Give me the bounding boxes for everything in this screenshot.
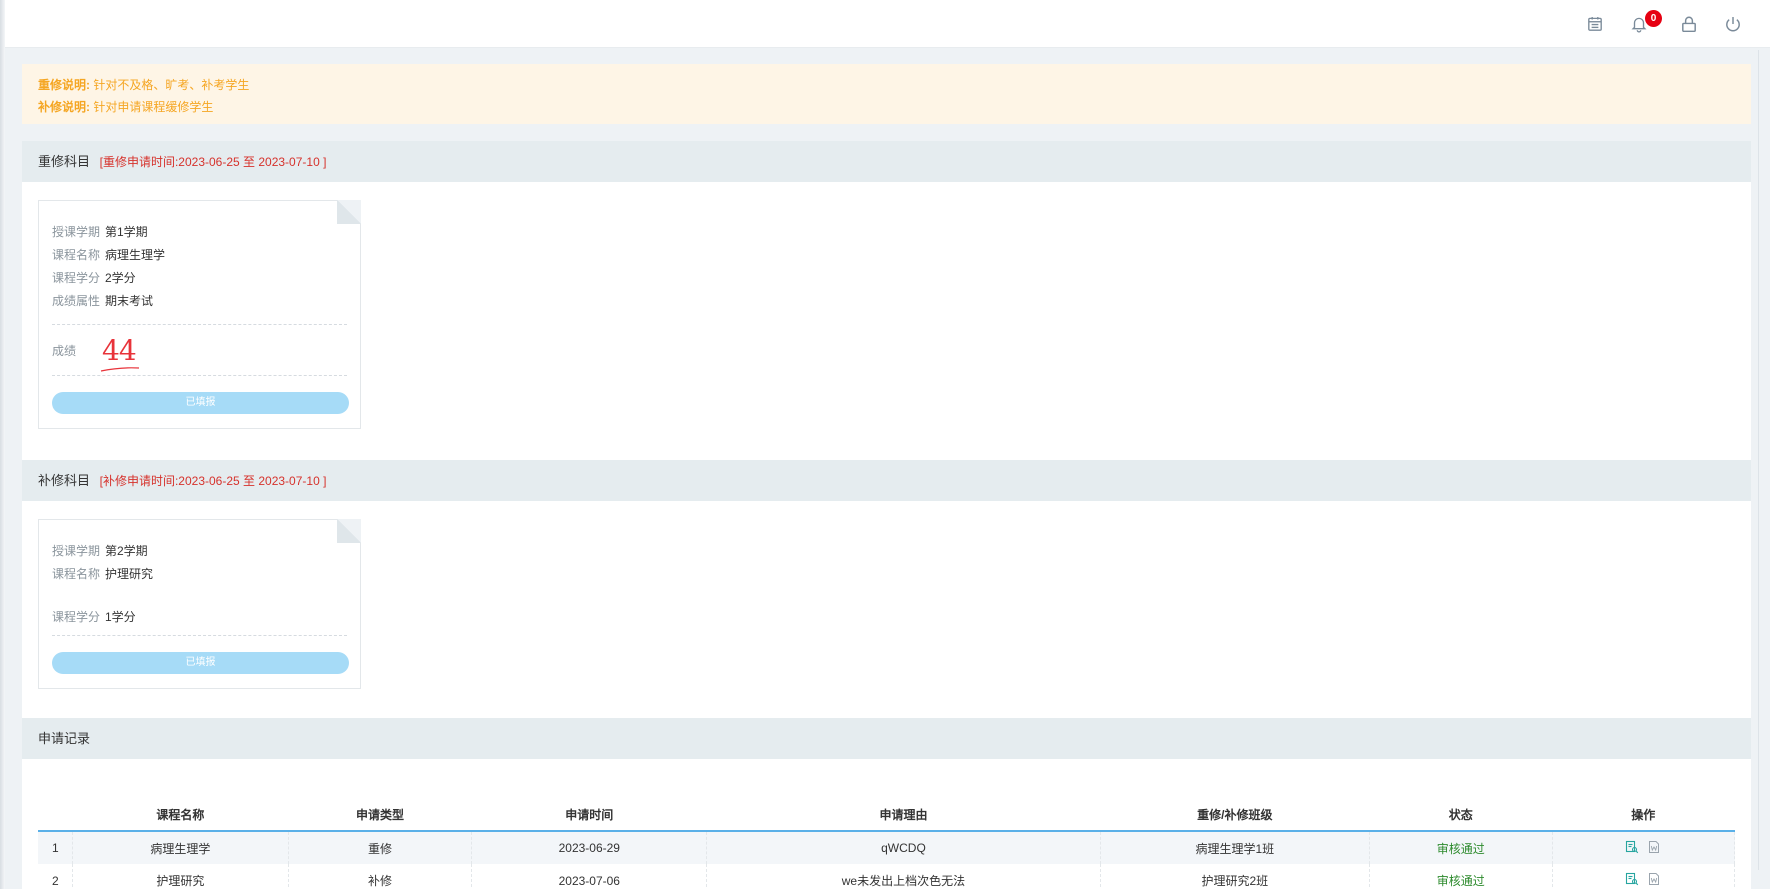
retake-notice-text: 针对不及格、旷考、补考学生 xyxy=(93,78,250,92)
records-section-title: 申请记录 xyxy=(38,731,91,746)
main-content: 重修说明: 针对不及格、旷考、补考学生 补修说明: 针对申请课程缓修学生 重修科… xyxy=(22,64,1751,889)
row-course: 病理生理学 xyxy=(72,831,289,864)
makeup-notice: 补修说明: 针对申请课程缓修学生 xyxy=(38,96,1735,118)
divider xyxy=(52,635,347,636)
registered-button[interactable]: 已填报 xyxy=(52,392,349,414)
row-type: 重修 xyxy=(288,831,473,864)
course-value: 病理生理学 xyxy=(105,248,166,262)
makeup-section-title: 补修科目 xyxy=(38,473,91,488)
records-table: 课程名称 申请类型 申请时间 申请理由 重修/补修班级 状态 操作 1 病理生理… xyxy=(38,799,1736,889)
col-reason-header: 申请理由 xyxy=(706,799,1101,832)
course-label: 课程名称 xyxy=(52,567,101,581)
sidebar-edge xyxy=(0,0,5,889)
retake-section-title: 重修科目 xyxy=(38,154,91,169)
notice-banner: 重修说明: 针对不及格、旷考、补考学生 补修说明: 针对申请课程缓修学生 xyxy=(22,64,1751,124)
score-value: 44 xyxy=(100,334,140,372)
notification-badge: 0 xyxy=(1645,10,1662,27)
vertical-scrollbar[interactable] xyxy=(1752,48,1770,889)
grade-attr-value: 期末考试 xyxy=(105,294,154,308)
credit-label: 课程学分 xyxy=(52,271,101,285)
row-course: 护理研究 xyxy=(72,864,289,889)
table-row: 1 病理生理学 重修 2023-06-29 qWCDQ 病理生理学1班 审核通过 xyxy=(38,831,1736,864)
col-status-header: 状态 xyxy=(1369,799,1553,832)
word-document-icon[interactable] xyxy=(1647,840,1661,854)
makeup-course-card: 授课学期 第2学期 课程名称 护理研究 课程学分 1学分 已填报 xyxy=(38,519,361,689)
col-action-header: 操作 xyxy=(1552,799,1735,832)
retake-date-range: [重修申请时间:2023-06-25 至 2023-07-10 ] xyxy=(99,155,327,169)
col-type-header: 申请类型 xyxy=(288,799,472,832)
notification-bell[interactable]: 0 xyxy=(1628,10,1662,35)
grade-attr-label: 成绩属性 xyxy=(52,294,101,308)
power-icon[interactable] xyxy=(1722,13,1744,35)
term-label: 授课学期 xyxy=(52,544,101,558)
card-fold-corner xyxy=(337,519,361,543)
row-index: 2 xyxy=(38,864,73,889)
top-bar: 0 xyxy=(5,0,1770,48)
retake-course-card: 授课学期 第1学期 课程名称 病理生理学 课程学分 2学分 成绩属性 期末考试 成绩 4… xyxy=(38,200,361,429)
col-course-header: 课程名称 xyxy=(72,799,289,832)
divider xyxy=(52,375,347,376)
term-value: 第1学期 xyxy=(105,225,148,239)
col-class-header: 重修/补修班级 xyxy=(1100,799,1370,832)
row-reason: qWCDQ xyxy=(706,831,1101,864)
card-fold-corner xyxy=(337,200,361,224)
credit-value: 2学分 xyxy=(105,271,136,285)
score-label: 成绩 xyxy=(52,343,77,358)
records-section-body: 课程名称 申请类型 申请时间 申请理由 重修/补修班级 状态 操作 1 病理生理… xyxy=(22,759,1751,889)
row-status: 审核通过 xyxy=(1369,864,1553,889)
row-type: 补修 xyxy=(288,864,473,889)
retake-notice-key: 重修说明: xyxy=(38,78,90,92)
row-class: 病理生理学1班 xyxy=(1100,831,1371,864)
row-date: 2023-06-29 xyxy=(471,831,708,864)
view-detail-icon[interactable] xyxy=(1625,840,1639,854)
course-label: 课程名称 xyxy=(52,248,101,262)
row-status: 审核通过 xyxy=(1369,831,1553,864)
scrollbar-thumb[interactable] xyxy=(1758,50,1764,870)
course-value: 护理研究 xyxy=(105,567,154,581)
row-reason: we未发出上档次色无法 xyxy=(706,864,1101,889)
table-header-row: 课程名称 申请类型 申请时间 申请理由 重修/补修班级 状态 操作 xyxy=(38,799,1735,832)
credit-label: 课程学分 xyxy=(52,610,101,624)
retake-notice: 重修说明: 针对不及格、旷考、补考学生 xyxy=(38,74,1735,96)
retake-section-body: 授课学期 第1学期 课程名称 病理生理学 课程学分 2学分 成绩属性 期末考试 成绩 4… xyxy=(22,182,1751,460)
registered-button[interactable]: 已填报 xyxy=(52,652,349,674)
table-row: 2 护理研究 补修 2023-07-06 we未发出上档次色无法 护理研究2班 … xyxy=(38,864,1736,889)
row-actions xyxy=(1552,831,1736,864)
word-document-icon[interactable] xyxy=(1647,872,1661,886)
makeup-notice-key: 补修说明: xyxy=(38,100,90,114)
col-date-header: 申请时间 xyxy=(471,799,707,832)
lock-icon[interactable] xyxy=(1678,13,1700,35)
calendar-icon[interactable] xyxy=(1584,13,1606,35)
records-section-header: 申请记录 xyxy=(22,718,1751,759)
makeup-notice-text: 针对申请课程缓修学生 xyxy=(93,100,214,114)
makeup-section-header: 补修科目 [补修申请时间:2023-06-25 至 2023-07-10 ] xyxy=(22,460,1751,501)
term-value: 第2学期 xyxy=(105,544,148,558)
makeup-date-range: [补修申请时间:2023-06-25 至 2023-07-10 ] xyxy=(99,474,327,488)
col-index-header xyxy=(38,799,73,832)
view-detail-icon[interactable] xyxy=(1625,872,1639,886)
row-date: 2023-07-06 xyxy=(471,864,708,889)
row-index: 1 xyxy=(38,831,73,864)
row-actions xyxy=(1552,864,1736,889)
score-row: 成绩 44 xyxy=(52,325,347,375)
retake-section-header: 重修科目 [重修申请时间:2023-06-25 至 2023-07-10 ] xyxy=(22,141,1751,182)
credit-value: 1学分 xyxy=(105,610,136,624)
makeup-section-body: 授课学期 第2学期 课程名称 护理研究 课程学分 1学分 已填报 xyxy=(22,501,1751,747)
score-underline xyxy=(100,366,140,372)
term-label: 授课学期 xyxy=(52,225,101,239)
row-class: 护理研究2班 xyxy=(1100,864,1371,889)
topbar-icons: 0 xyxy=(1584,10,1744,36)
